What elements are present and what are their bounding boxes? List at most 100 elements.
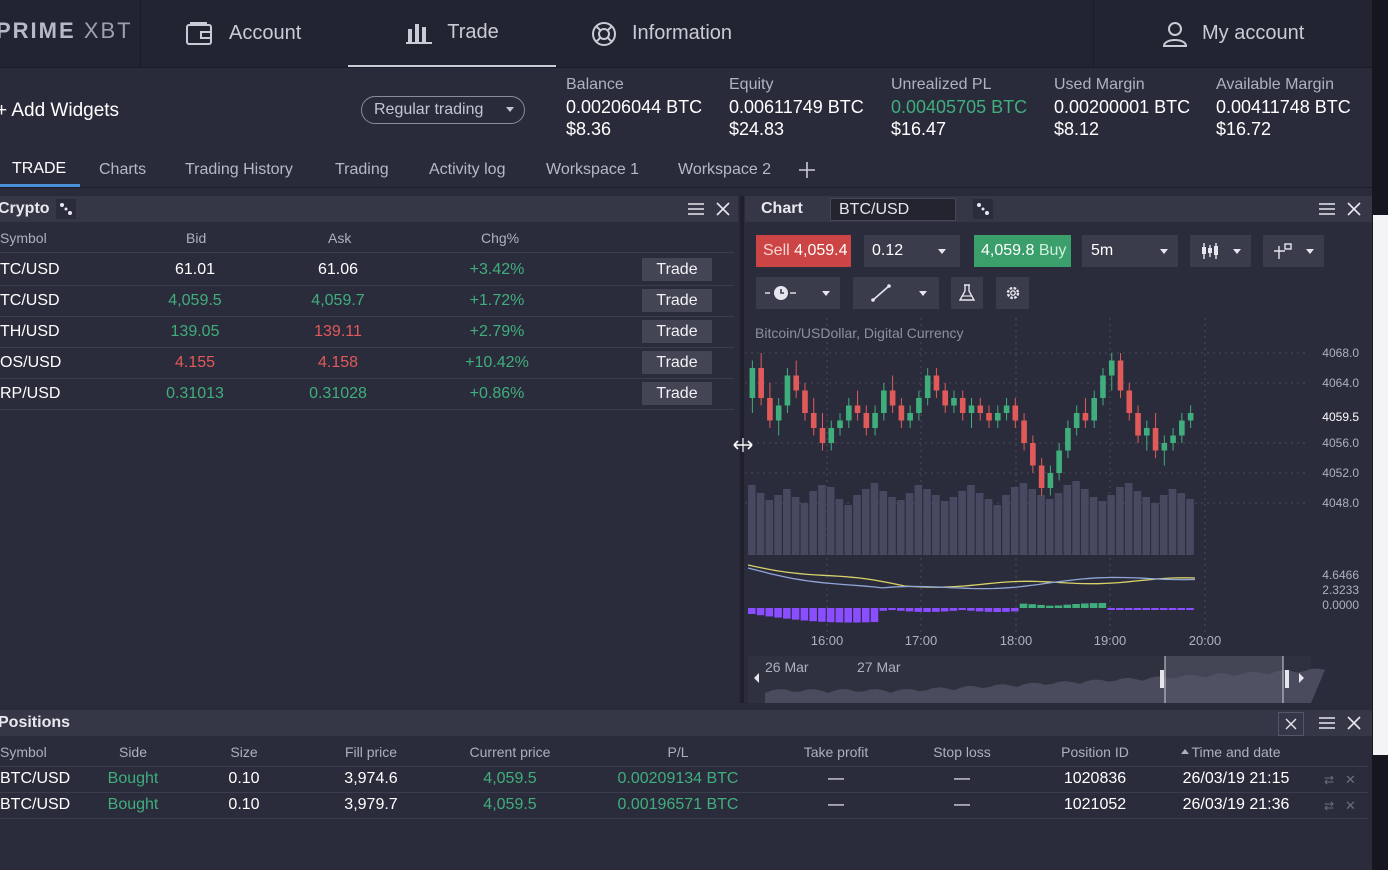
tab-workspace-2[interactable]: Workspace 2 [678,153,771,187]
column-header-side[interactable]: Side [83,744,183,760]
candle-body[interactable] [819,428,826,443]
candle-body[interactable] [1170,435,1176,444]
column-header-current[interactable]: Current price [450,744,570,760]
candle-body[interactable] [916,398,922,413]
chart-symbol-input[interactable]: BTC/USD [830,198,956,221]
candle-body[interactable] [1143,428,1150,436]
column-header-time[interactable]: Time and date [1171,744,1301,760]
column-header-symbol[interactable]: Symbol [0,744,47,760]
candle-body[interactable] [1065,428,1071,451]
candle-body[interactable] [1161,443,1168,451]
navigator-handle-right[interactable] [1285,670,1289,688]
time-tool-select[interactable] [756,277,840,309]
candle-body[interactable] [837,420,843,429]
candle-body[interactable] [889,390,896,406]
candle-body[interactable] [1187,413,1194,421]
trade-button[interactable]: Trade [642,351,712,374]
candle-body[interactable] [942,390,949,406]
edit-position-icon[interactable]: ⇄ [1324,799,1334,813]
candle-body[interactable] [1100,375,1106,399]
tab-trading-history[interactable]: Trading History [185,153,293,187]
quantity-select[interactable]: 0.12 [864,235,960,267]
candle-body[interactable] [1108,360,1115,376]
close-icon[interactable] [715,201,731,222]
sell-button[interactable]: Sell 4,059.4 [756,235,851,267]
column-header-ask[interactable]: Ask [328,230,351,246]
tab-workspace-1[interactable]: Workspace 1 [546,153,639,187]
link-icon[interactable] [56,199,76,219]
candle-body[interactable] [810,413,817,428]
candle-body[interactable] [1152,428,1159,451]
interval-select[interactable]: 5m [1082,235,1178,267]
candle-body[interactable] [775,405,782,421]
candle-body[interactable] [1047,473,1054,488]
candle-body[interactable] [758,368,764,398]
candle-body[interactable] [1135,413,1141,436]
candle-body[interactable] [959,398,966,413]
column-header-size[interactable]: Size [204,744,284,760]
navigator-window[interactable] [1165,656,1283,703]
trade-button[interactable]: Trade [642,289,712,312]
buy-button[interactable]: 4,059.8 Buy [974,235,1071,267]
add-widgets-button[interactable]: + Add Widgets [0,100,119,122]
indicators-button[interactable] [951,277,983,309]
navigator-handle-left[interactable] [1160,670,1164,688]
candle-body[interactable] [881,390,887,414]
tab-activity-log[interactable]: Activity log [429,153,505,187]
trade-button[interactable]: Trade [642,382,712,405]
column-header-bid[interactable]: Bid [186,230,206,246]
candle-body[interactable] [1030,443,1036,466]
tab-trading[interactable]: Trading [335,153,389,187]
candle-body[interactable] [1021,420,1027,444]
candle-body[interactable] [854,405,861,414]
candle-body[interactable] [872,413,878,428]
candle-body[interactable] [828,428,835,443]
resize-horizontal-icon[interactable] [732,435,754,460]
candle-body[interactable] [907,413,913,421]
candle-body[interactable] [1082,413,1089,421]
column-header-fill[interactable]: Fill price [316,744,426,760]
column-header-symbol[interactable]: Symbol [0,230,47,246]
candle-body[interactable] [1038,465,1045,489]
tab-trade[interactable]: TRADE [0,153,80,187]
draw-tool-select[interactable] [853,277,939,309]
column-header-tp[interactable]: Take profit [786,744,886,760]
menu-icon[interactable] [1318,716,1336,735]
close-icon[interactable] [1346,715,1362,736]
candle-body[interactable] [986,413,992,421]
candle-body[interactable] [1073,413,1080,428]
column-header-sl[interactable]: Stop loss [912,744,1012,760]
close-icon[interactable] [1346,201,1362,222]
column-header-chg[interactable]: Chg% [481,230,519,246]
nav-trade[interactable]: Trade [348,0,556,67]
chart-settings-button[interactable] [996,277,1029,309]
column-header-id[interactable]: Position ID [1040,744,1150,760]
candle-body[interactable] [968,405,975,414]
candle-body[interactable] [1117,360,1124,391]
candle-body[interactable] [767,398,773,421]
candle-body[interactable] [802,390,808,414]
candle-body[interactable] [977,405,984,414]
candle-body[interactable] [784,375,791,406]
edit-position-icon[interactable]: ⇄ [1324,773,1334,787]
close-position-icon[interactable]: ✕ [1345,772,1356,788]
price-chart[interactable]: 4068.0 4064.0 4059.5 4056.0 4052.0 4048.0 Bitc… [745,318,1372,703]
candle-body[interactable] [863,413,870,428]
candle-body[interactable] [845,405,852,421]
menu-icon[interactable] [1318,202,1336,221]
candle-body[interactable] [1126,390,1133,414]
candle-body[interactable] [951,398,957,406]
nav-information[interactable]: Information [590,0,732,67]
candle-body[interactable] [994,413,1001,421]
close-all-positions-button[interactable] [1278,712,1304,736]
menu-icon[interactable] [687,202,705,221]
trading-mode-select[interactable]: Regular trading [361,96,525,124]
candle-body[interactable] [1179,420,1185,436]
candle-body[interactable] [1091,398,1098,421]
link-icon[interactable] [973,199,993,219]
trade-button[interactable]: Trade [642,258,712,281]
close-position-icon[interactable]: ✕ [1345,798,1356,814]
layout-select[interactable] [1263,235,1324,267]
add-tab-icon[interactable] [798,161,816,184]
candle-body[interactable] [1056,450,1062,474]
